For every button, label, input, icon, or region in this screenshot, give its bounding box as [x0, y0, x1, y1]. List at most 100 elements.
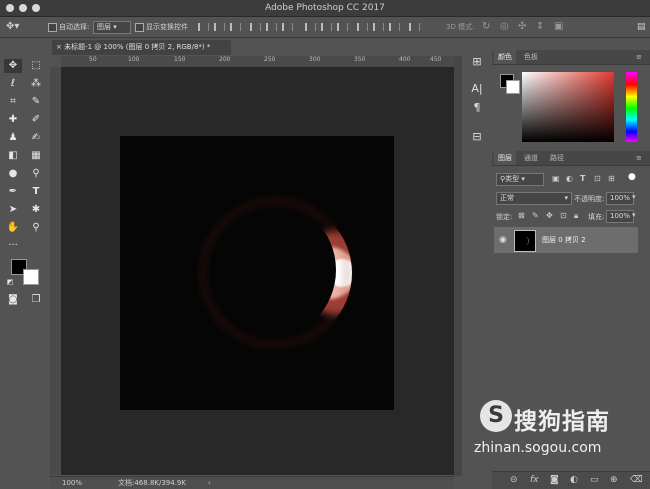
distribute-right-icon[interactable]	[389, 23, 400, 31]
auto-select-dropdown[interactable]: 图层 ▾	[93, 21, 131, 34]
align-top-icon[interactable]	[198, 23, 209, 31]
align-vcenter-icon[interactable]	[214, 23, 225, 31]
background-color-swatch[interactable]	[23, 269, 39, 285]
more-tools-icon[interactable]: ···	[4, 239, 22, 253]
layer-name[interactable]: 图层 0 拷贝 2	[542, 235, 586, 245]
zoom-icon[interactable]: ⚲	[27, 221, 45, 235]
distribute-bottom-icon[interactable]	[337, 23, 348, 31]
paragraph-icon[interactable]: ¶	[470, 101, 484, 115]
auto-align-icon[interactable]	[409, 23, 420, 31]
saturation-brightness-field[interactable]	[522, 72, 614, 142]
quick-mask-icon[interactable]: ◙	[4, 293, 22, 307]
auto-select-checkbox[interactable]: 自动选择:	[48, 21, 89, 33]
lock-transparent-icon[interactable]: ⊠	[518, 211, 525, 220]
filter-shape-icon[interactable]: ⊡	[594, 174, 601, 183]
eyedropper-icon[interactable]: ✎	[27, 95, 45, 109]
canvas-vertical-scrollbar[interactable]	[454, 56, 462, 476]
document-canvas[interactable]	[120, 136, 394, 410]
align-bottom-icon[interactable]	[230, 23, 241, 31]
new-layer-icon[interactable]: ⊕	[610, 475, 618, 485]
distribute-left-icon[interactable]	[357, 23, 368, 31]
blur-icon[interactable]: ●	[4, 167, 22, 181]
close-tab-icon[interactable]: ×	[56, 43, 64, 51]
hue-slider[interactable]	[626, 72, 637, 142]
opacity-chevron-icon[interactable]: ▾	[632, 193, 636, 201]
scale-3d-icon[interactable]: ▣	[554, 21, 563, 33]
tab-layers[interactable]: 图层	[494, 151, 516, 165]
tab-color[interactable]: 颜色	[494, 50, 516, 64]
lock-artboard-icon[interactable]: ⊡	[560, 211, 567, 220]
color-panel-background-swatch[interactable]	[506, 80, 520, 94]
pen-icon[interactable]: ✒	[4, 185, 22, 199]
move-tool-preset-icon[interactable]: ✥▾	[6, 21, 19, 33]
document-tab[interactable]: × 未标题-1 @ 100% (图层 0 拷贝 2, RGB/8*) *	[52, 40, 231, 55]
lock-all-icon[interactable]: 🔒︎	[574, 211, 578, 221]
ruler-label: 150	[174, 56, 186, 63]
fill-chevron-icon[interactable]: ▾	[632, 211, 636, 219]
color-panel-menu-icon[interactable]: ≡	[632, 50, 646, 64]
libraries-icon[interactable]: ⊞	[470, 55, 484, 69]
layer-row[interactable]: ◉ 图层 0 拷贝 2	[494, 227, 638, 253]
auto-select-label: 自动选择:	[59, 23, 90, 31]
tab-swatches[interactable]: 色板	[520, 50, 542, 64]
shape-icon[interactable]: ✱	[27, 203, 45, 217]
properties-icon[interactable]: ⊟	[470, 130, 484, 144]
lock-position-icon[interactable]: ✥	[546, 211, 553, 220]
filter-pixel-icon[interactable]: ▣	[552, 174, 560, 183]
add-mask-icon[interactable]: ◙	[550, 475, 559, 485]
eraser-icon[interactable]: ◧	[4, 149, 22, 163]
history-brush-icon[interactable]: ✍	[27, 131, 45, 145]
roll-3d-icon[interactable]: ◎	[500, 21, 509, 33]
filter-toggle-icon[interactable]: ●	[628, 172, 636, 182]
align-hcenter-icon[interactable]	[266, 23, 277, 31]
align-right-icon[interactable]	[282, 23, 293, 31]
lock-image-icon[interactable]: ✎	[532, 211, 539, 220]
lock-label: 锁定:	[496, 213, 513, 221]
type-icon[interactable]: T	[27, 185, 45, 199]
align-left-icon[interactable]	[250, 23, 261, 31]
gradient-icon[interactable]: ▦	[27, 149, 45, 163]
stamp-icon[interactable]: ♟	[4, 131, 22, 145]
status-menu-arrow-icon[interactable]: ›	[208, 477, 211, 489]
brush-icon[interactable]: ✐	[27, 113, 45, 127]
rotate-3d-icon[interactable]: ↻	[482, 21, 490, 33]
slide-3d-icon[interactable]: ⇕	[536, 21, 544, 33]
healing-icon[interactable]: ✚	[4, 113, 22, 127]
layers-panel-menu-icon[interactable]: ≡	[632, 151, 646, 165]
distribute-hcenter-icon[interactable]	[373, 23, 384, 31]
drag-3d-icon[interactable]: ✣	[518, 21, 526, 33]
filter-adjustment-icon[interactable]: ◐	[566, 174, 573, 183]
path-select-icon[interactable]: ➤	[4, 203, 22, 217]
link-layers-icon[interactable]: ⊝	[510, 475, 518, 485]
crop-icon[interactable]: ⌗	[4, 95, 22, 109]
marquee-icon[interactable]: ⬚	[27, 59, 45, 73]
workspace-menu-icon[interactable]: ▤	[637, 21, 646, 33]
tab-channels[interactable]: 通道	[520, 151, 542, 165]
show-transform-checkbox[interactable]: 显示变换控件	[135, 21, 188, 33]
character-icon[interactable]: A|	[470, 82, 484, 96]
default-colors-icon[interactable]: ◩	[6, 275, 14, 289]
zoom-level[interactable]: 100%	[62, 477, 82, 489]
layer-style-icon[interactable]: fx	[530, 475, 539, 485]
move-icon[interactable]: ✥	[4, 59, 22, 73]
trash-icon[interactable]: ⌫	[630, 475, 643, 485]
fill-field[interactable]: 100%	[606, 210, 634, 223]
ruler-label: 450	[430, 56, 442, 63]
eye-icon[interactable]: ◉	[499, 235, 507, 245]
opacity-field[interactable]: 100%	[606, 192, 634, 205]
distribute-vcenter-icon[interactable]	[321, 23, 332, 31]
document-tab-title: 未标题-1 @ 100% (图层 0 拷贝 2, RGB/8*) *	[64, 43, 211, 51]
blend-mode-dropdown[interactable]: 正常 ▾	[496, 192, 572, 205]
new-group-icon[interactable]: ▭	[590, 475, 599, 485]
adjustment-layer-icon[interactable]: ◐	[570, 475, 578, 485]
distribute-top-icon[interactable]	[305, 23, 316, 31]
filter-type-icon[interactable]: T	[580, 174, 585, 183]
dodge-icon[interactable]: ⚲	[27, 167, 45, 181]
lasso-icon[interactable]: ℓ	[4, 77, 22, 91]
tab-paths[interactable]: 路径	[546, 151, 568, 165]
layer-filter-dropdown[interactable]: ⚲类型 ▾	[496, 173, 544, 186]
filter-smart-object-icon[interactable]: ⊞	[608, 174, 615, 183]
screen-mode-icon[interactable]: ❐	[27, 293, 45, 307]
hand-icon[interactable]: ✋	[4, 221, 22, 235]
magic-wand-icon[interactable]: ⁂	[27, 77, 45, 91]
